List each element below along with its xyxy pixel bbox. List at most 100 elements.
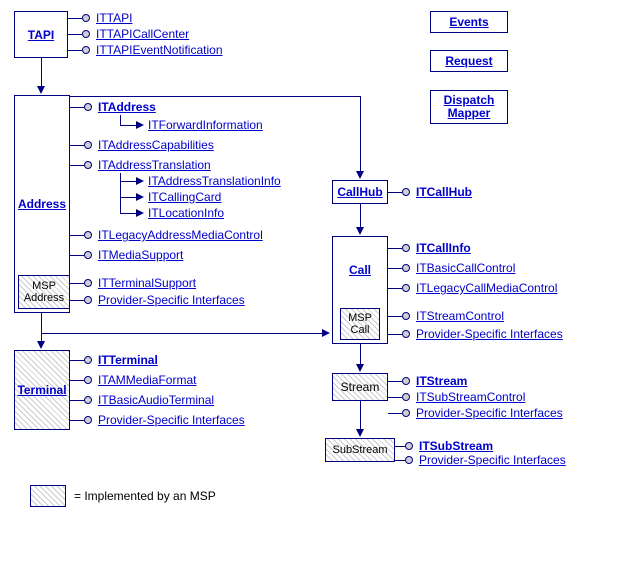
callhub-label[interactable]: CallHub bbox=[337, 185, 382, 199]
conn-line bbox=[70, 145, 84, 146]
arrow-right-icon bbox=[136, 121, 144, 129]
link-itterminal[interactable]: ITTerminal bbox=[98, 353, 158, 367]
link-itmediasupport[interactable]: ITMediaSupport bbox=[98, 248, 183, 262]
arrow-down-icon bbox=[356, 364, 364, 372]
address-label[interactable]: Address bbox=[18, 197, 66, 211]
msp-call-box: MSP Call bbox=[340, 308, 380, 340]
lollipop-icon bbox=[82, 14, 90, 22]
lollipop-icon bbox=[405, 442, 413, 450]
conn-line bbox=[120, 115, 121, 125]
conn-line bbox=[70, 255, 84, 256]
lollipop-icon bbox=[84, 161, 92, 169]
conn-line bbox=[395, 446, 405, 447]
events-box[interactable]: Events bbox=[430, 11, 508, 33]
conn-line bbox=[360, 344, 361, 366]
link-itbasiccallcontrol[interactable]: ITBasicCallControl bbox=[416, 261, 515, 275]
link-itsubstreamcontrol[interactable]: ITSubStreamControl bbox=[416, 390, 525, 404]
substream-label: SubStream bbox=[332, 444, 387, 456]
conn-line bbox=[388, 268, 402, 269]
lollipop-icon bbox=[84, 416, 92, 424]
lollipop-icon bbox=[402, 284, 410, 292]
conn-line bbox=[41, 313, 42, 343]
conn-line bbox=[388, 413, 402, 414]
conn-line bbox=[388, 397, 402, 398]
link-itsubstream[interactable]: ITSubStream bbox=[419, 439, 493, 453]
lollipop-icon bbox=[84, 141, 92, 149]
lollipop-icon bbox=[402, 330, 410, 338]
lollipop-icon bbox=[402, 409, 410, 417]
link-itstream[interactable]: ITStream bbox=[416, 374, 467, 388]
arrow-down-icon bbox=[356, 171, 364, 179]
arrow-right-icon bbox=[136, 209, 144, 217]
link-addr-providerspecific[interactable]: Provider-Specific Interfaces bbox=[98, 293, 245, 307]
link-call-providerspecific[interactable]: Provider-Specific Interfaces bbox=[416, 327, 563, 341]
arrow-right-icon bbox=[136, 193, 144, 201]
request-box[interactable]: Request bbox=[430, 50, 508, 72]
conn-line bbox=[388, 334, 402, 335]
link-itcallingcard[interactable]: ITCallingCard bbox=[148, 190, 221, 204]
link-substream-providerspecific[interactable]: Provider-Specific Interfaces bbox=[419, 453, 566, 467]
link-itaddresstranslation[interactable]: ITAddressTranslation bbox=[98, 158, 211, 172]
arrow-down-icon bbox=[37, 341, 45, 349]
lollipop-icon bbox=[402, 264, 410, 272]
link-ittapicallcenter[interactable]: ITTAPICallCenter bbox=[96, 27, 189, 41]
callhub-box: CallHub bbox=[332, 180, 388, 204]
conn-line bbox=[70, 96, 360, 97]
lollipop-icon bbox=[84, 296, 92, 304]
tapi-box: TAPI bbox=[14, 11, 68, 58]
conn-line bbox=[388, 192, 402, 193]
lollipop-icon bbox=[402, 188, 410, 196]
lollipop-icon bbox=[82, 46, 90, 54]
conn-line bbox=[70, 420, 84, 421]
link-itstreamcontrol[interactable]: ITStreamControl bbox=[416, 309, 504, 323]
link-itbasicaudioterminal[interactable]: ITBasicAudioTerminal bbox=[98, 393, 214, 407]
conn-line bbox=[70, 300, 84, 301]
link-stream-providerspecific[interactable]: Provider-Specific Interfaces bbox=[416, 406, 563, 420]
stream-box: Stream bbox=[332, 373, 388, 401]
conn-line bbox=[360, 204, 361, 229]
msp-call-label: MSP Call bbox=[348, 312, 372, 336]
dispatch-box[interactable]: Dispatch Mapper bbox=[430, 90, 508, 124]
conn-line bbox=[70, 380, 84, 381]
link-itammediaformat[interactable]: ITAMMediaFormat bbox=[98, 373, 196, 387]
lollipop-icon bbox=[84, 231, 92, 239]
lollipop-icon bbox=[84, 376, 92, 384]
conn-line bbox=[360, 96, 361, 173]
stream-label: Stream bbox=[341, 380, 380, 394]
lollipop-icon bbox=[84, 356, 92, 364]
lollipop-icon bbox=[84, 396, 92, 404]
link-itlocationinfo[interactable]: ITLocationInfo bbox=[148, 206, 224, 220]
conn-line bbox=[388, 248, 402, 249]
lollipop-icon bbox=[84, 279, 92, 287]
conn-line bbox=[68, 50, 82, 51]
msp-address-box: MSP Address bbox=[18, 275, 70, 309]
msp-address-label: MSP Address bbox=[24, 280, 64, 304]
conn-line bbox=[70, 107, 84, 108]
conn-line bbox=[388, 316, 402, 317]
conn-line bbox=[120, 173, 121, 213]
terminal-label[interactable]: Terminal bbox=[17, 383, 66, 397]
conn-line bbox=[360, 401, 361, 431]
link-ittapieventnotification[interactable]: ITTAPIEventNotification bbox=[96, 43, 223, 57]
link-itcallhub[interactable]: ITCallHub bbox=[416, 185, 472, 199]
lollipop-icon bbox=[402, 377, 410, 385]
link-itaddresstranslationinfo[interactable]: ITAddressTranslationInfo bbox=[148, 174, 281, 188]
tapi-label[interactable]: TAPI bbox=[28, 28, 54, 42]
link-itterminalsupport[interactable]: ITTerminalSupport bbox=[98, 276, 196, 290]
link-itaddress[interactable]: ITAddress bbox=[98, 100, 156, 114]
link-itaddresscapabilities[interactable]: ITAddressCapabilities bbox=[98, 138, 214, 152]
link-itcallinfo[interactable]: ITCallInfo bbox=[416, 241, 471, 255]
call-label[interactable]: Call bbox=[349, 263, 371, 277]
lollipop-icon bbox=[82, 30, 90, 38]
link-term-providerspecific[interactable]: Provider-Specific Interfaces bbox=[98, 413, 245, 427]
link-itlegacycallmediacontrol[interactable]: ITLegacyCallMediaControl bbox=[416, 281, 557, 295]
lollipop-icon bbox=[405, 456, 413, 464]
link-itforwardinformation[interactable]: ITForwardInformation bbox=[148, 118, 263, 132]
conn-line bbox=[70, 400, 84, 401]
substream-box: SubStream bbox=[325, 438, 395, 462]
arrow-right-icon bbox=[322, 329, 330, 337]
link-itlegacyaddressmediacontrol[interactable]: ITLegacyAddressMediaControl bbox=[98, 228, 263, 242]
link-ittapi[interactable]: ITTAPI bbox=[96, 11, 132, 25]
terminal-box: Terminal bbox=[14, 350, 70, 430]
events-label: Events bbox=[449, 15, 488, 29]
